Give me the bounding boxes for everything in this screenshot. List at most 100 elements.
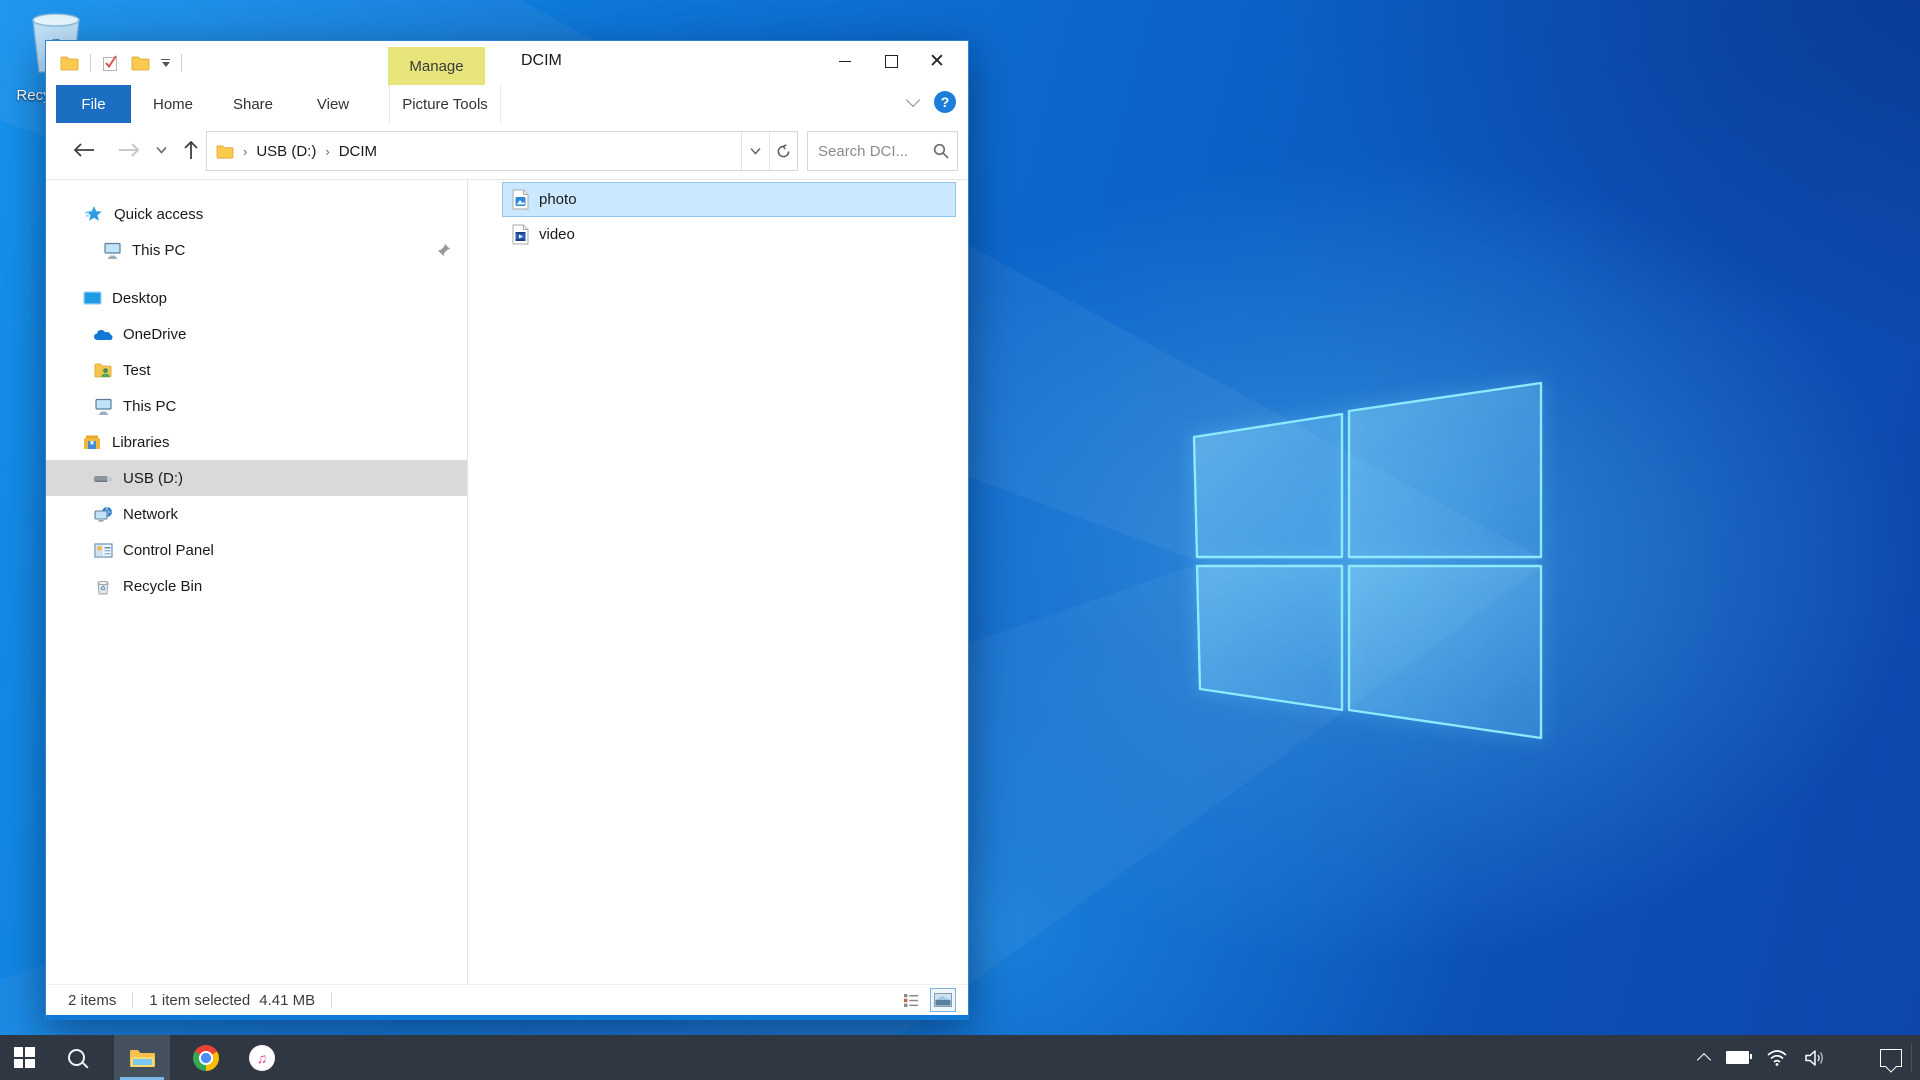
quick-access-toolbar: [60, 51, 182, 75]
file-row-video[interactable]: video: [502, 217, 956, 252]
app-folder-icon: [60, 55, 79, 71]
control-panel-icon: [93, 543, 113, 558]
taskbar-chrome-button[interactable]: [182, 1035, 230, 1080]
volume-icon[interactable]: [1805, 1049, 1827, 1067]
start-button[interactable]: [0, 1035, 48, 1080]
maximize-button[interactable]: [868, 45, 914, 77]
up-button[interactable]: [184, 140, 198, 160]
status-bar: 2 items 1 item selected 4.41 MB: [46, 984, 968, 1015]
large-icons-view-button[interactable]: [930, 988, 956, 1012]
sidebar-item-label: This PC: [132, 242, 185, 259]
libraries-icon: [82, 434, 102, 450]
contextual-tab-group: Manage: [388, 47, 485, 85]
tab-view[interactable]: View: [295, 85, 371, 123]
show-desktop-button[interactable]: [1911, 1043, 1912, 1072]
file-row-photo[interactable]: photo: [502, 182, 956, 217]
taskbar-file-explorer-button[interactable]: [114, 1035, 170, 1080]
title-bar: Manage DCIM ✕: [46, 41, 968, 85]
sidebar-item-label: Desktop: [112, 290, 167, 307]
status-separator: [331, 992, 332, 1008]
new-folder-icon[interactable]: [131, 55, 150, 71]
sidebar-item-label: USB (D:): [123, 470, 183, 487]
navigation-pane: Quick access This PC Des: [46, 180, 468, 985]
sidebar-item-desktop[interactable]: Desktop: [46, 280, 467, 316]
svg-text:♻: ♻: [100, 585, 106, 592]
battery-icon[interactable]: [1726, 1051, 1749, 1064]
refresh-button[interactable]: [770, 132, 797, 170]
system-tray: [1699, 1035, 1920, 1080]
breadcrumb-folder-icon: [216, 144, 234, 159]
search-icon: [68, 1049, 85, 1066]
minimize-icon: [839, 61, 851, 62]
sidebar-item-test[interactable]: Test: [46, 352, 467, 388]
onedrive-icon: [93, 328, 113, 341]
action-center-icon[interactable]: [1880, 1049, 1902, 1067]
window-title: DCIM: [521, 52, 562, 70]
help-button[interactable]: ?: [934, 91, 956, 113]
sidebar-item-this-pc[interactable]: This PC: [46, 388, 467, 424]
sidebar-item-this-pc-pinned[interactable]: This PC: [46, 232, 467, 268]
sidebar-item-label: OneDrive: [123, 326, 186, 343]
sidebar-item-recycle-bin[interactable]: ♻ Recycle Bin: [46, 568, 467, 604]
this-pc-icon: [102, 242, 122, 259]
tab-home[interactable]: Home: [135, 85, 211, 123]
sidebar-item-label: Libraries: [112, 434, 170, 451]
pin-icon: [437, 243, 451, 257]
breadcrumb-dcim[interactable]: DCIM: [339, 143, 377, 160]
tab-picture-tools[interactable]: Picture Tools: [389, 85, 501, 123]
window-content: Quick access This PC Des: [46, 180, 968, 985]
address-dropdown-chevron-icon[interactable]: [742, 132, 769, 170]
back-button[interactable]: [73, 143, 95, 157]
search-box[interactable]: [807, 131, 958, 171]
sidebar-item-usb-drive[interactable]: USB (D:): [46, 460, 467, 496]
breadcrumb-chevron-icon: ›: [325, 144, 329, 159]
close-button[interactable]: ✕: [914, 45, 960, 77]
sidebar-item-quick-access[interactable]: Quick access: [46, 196, 467, 232]
forward-button[interactable]: [118, 143, 140, 157]
this-pc-icon: [93, 398, 113, 415]
wifi-icon[interactable]: [1766, 1049, 1788, 1066]
sidebar-item-control-panel[interactable]: Control Panel: [46, 532, 467, 568]
sidebar-item-onedrive[interactable]: OneDrive: [46, 316, 467, 352]
network-icon: [93, 506, 113, 523]
sidebar-item-label: Test: [123, 362, 151, 379]
breadcrumb-usb[interactable]: USB (D:): [256, 143, 316, 160]
sidebar-item-label: Network: [123, 506, 178, 523]
recent-locations-chevron-icon[interactable]: [156, 146, 167, 154]
taskbar: ♫: [0, 1035, 1920, 1080]
user-folder-icon: [93, 362, 113, 378]
customize-qat-chevron[interactable]: [161, 59, 170, 67]
view-toggles: [898, 988, 956, 1012]
sidebar-item-label: Recycle Bin: [123, 578, 202, 595]
taskbar-search-button[interactable]: [52, 1035, 100, 1080]
search-magnifier-icon[interactable]: [933, 143, 949, 159]
desktop-icon: [82, 290, 102, 306]
file-list: photo video: [468, 180, 968, 985]
ribbon-extras: ?: [908, 91, 956, 113]
qat-separator: [90, 54, 91, 72]
address-bar-buttons: [741, 132, 797, 170]
search-input[interactable]: [808, 143, 933, 160]
taskbar-itunes-button[interactable]: ♫: [238, 1035, 286, 1080]
tab-share[interactable]: Share: [215, 85, 291, 123]
file-explorer-icon: [129, 1047, 156, 1069]
properties-check-icon[interactable]: [102, 54, 120, 72]
itunes-icon: ♫: [249, 1045, 275, 1071]
sidebar-item-network[interactable]: Network: [46, 496, 467, 532]
item-count: 2 items: [68, 992, 116, 1009]
sidebar-item-libraries[interactable]: Libraries: [46, 424, 467, 460]
chrome-icon: [193, 1045, 219, 1071]
video-file-icon: [509, 224, 531, 245]
expand-ribbon-chevron-icon[interactable]: [906, 93, 920, 107]
breadcrumb-chevron-icon: ›: [243, 144, 247, 159]
address-bar[interactable]: › USB (D:) › DCIM: [206, 131, 798, 171]
sidebar-item-label: Quick access: [114, 206, 203, 223]
ribbon-tab-row: File Home Share View Picture Tools: [46, 85, 968, 123]
close-icon: ✕: [929, 52, 945, 71]
details-view-button[interactable]: [898, 988, 924, 1012]
status-separator: [132, 992, 133, 1008]
hidden-icons-chevron[interactable]: [1697, 1052, 1711, 1066]
tab-file[interactable]: File: [56, 85, 131, 123]
minimize-button[interactable]: [822, 45, 868, 77]
navigation-bar: › USB (D:) › DCIM: [46, 129, 968, 171]
